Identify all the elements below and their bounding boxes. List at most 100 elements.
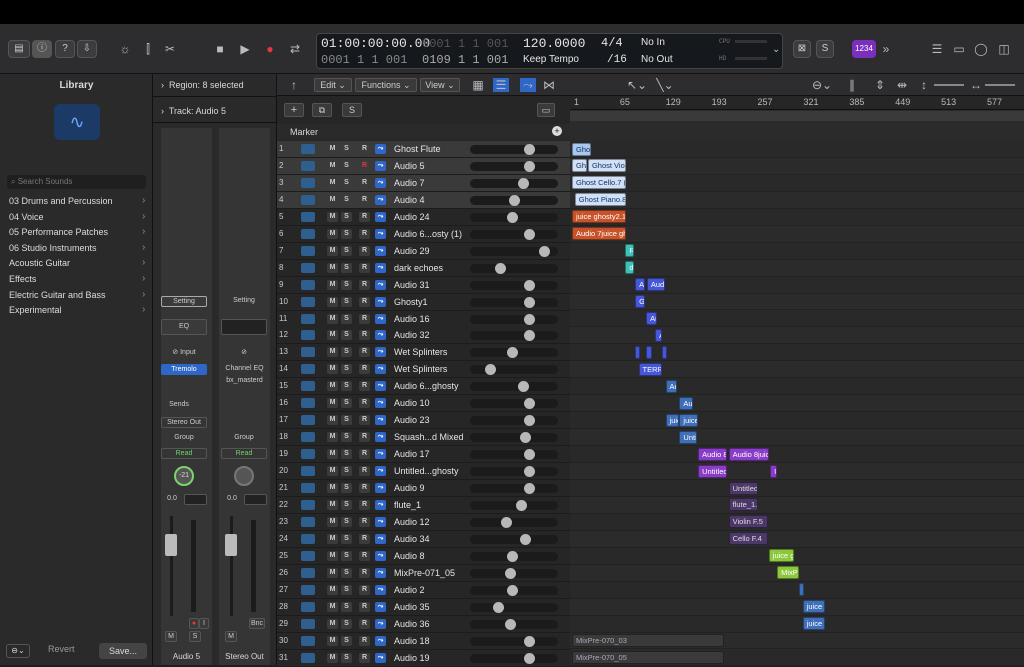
record-button[interactable]: R: [359, 550, 370, 561]
volume-knob[interactable]: [506, 347, 518, 359]
solo-button[interactable]: S: [341, 160, 352, 171]
mute-button[interactable]: M: [327, 449, 338, 460]
record-button[interactable]: R: [359, 466, 370, 477]
record-button[interactable]: R: [359, 296, 370, 307]
track-name[interactable]: Audio 35: [394, 602, 430, 612]
audio-region[interactable]: Ro: [625, 244, 634, 258]
volume-knob[interactable]: [523, 635, 535, 647]
volume-slider[interactable]: [470, 245, 558, 257]
volume-slider[interactable]: [470, 584, 558, 596]
track-name[interactable]: Audio 24: [394, 212, 430, 222]
mute-button-right[interactable]: M: [225, 631, 237, 642]
mute-button[interactable]: M: [327, 516, 338, 527]
group-right[interactable]: Group: [221, 433, 267, 444]
volume-knob[interactable]: [505, 567, 517, 579]
automation-icon[interactable]: ⤳: [520, 78, 536, 92]
library-item[interactable]: Acoustic Guitar: [9, 258, 70, 268]
mute-button[interactable]: M: [327, 364, 338, 375]
volume-slider[interactable]: [470, 177, 558, 189]
record-button[interactable]: R: [359, 160, 370, 171]
track-row[interactable]: 14 M S R ⤳ Wet Splinters: [277, 361, 570, 379]
audio-region[interactable]: Ghost: [572, 159, 588, 173]
volume-slider[interactable]: [470, 279, 558, 291]
mute-button[interactable]: M: [327, 652, 338, 663]
track-name[interactable]: Audio 6...ghosty: [394, 381, 459, 391]
snap-icon[interactable]: ⊖⌄: [810, 78, 834, 92]
arrange-lane[interactable]: [570, 259, 1024, 277]
record-button[interactable]: R: [359, 601, 370, 612]
volume-fader-left[interactable]: [165, 534, 177, 556]
automation-icon[interactable]: ⤳: [375, 279, 386, 290]
view-menu[interactable]: View ⌄: [420, 78, 460, 92]
track-name[interactable]: Audio 17: [394, 449, 430, 459]
automation-icon[interactable]: ⤳: [375, 533, 386, 544]
automation-icon[interactable]: ⤳: [375, 483, 386, 493]
audio-region[interactable]: Ghost Piano.8: [574, 193, 627, 207]
track-row[interactable]: 11 M S R ⤳ Audio 16: [277, 310, 570, 328]
audio-region[interactable]: juice g: [679, 413, 699, 427]
automation-icon[interactable]: ⤳: [375, 415, 386, 426]
arrange-area[interactable]: ↖⌄ ╲⌄ ⊖⌄ ∥ ⇕ ⇹ ↕ ↔ 1 65 129 193 257 321 385 449…: [570, 74, 1024, 667]
tremolo-plugin[interactable]: Tremolo: [161, 364, 207, 375]
volume-knob[interactable]: [523, 313, 535, 325]
volume-knob[interactable]: [523, 466, 535, 478]
record-button[interactable]: R: [359, 567, 370, 578]
volume-slider[interactable]: [470, 262, 558, 274]
record-button[interactable]: R: [359, 262, 370, 273]
chevron-right-icon[interactable]: ›: [142, 304, 145, 315]
solo-button[interactable]: S: [341, 364, 352, 375]
automation-read-right[interactable]: Read: [221, 448, 267, 459]
volume-knob[interactable]: [508, 194, 520, 206]
track-name[interactable]: Audio 16: [394, 314, 430, 324]
volume-knob[interactable]: [523, 415, 535, 427]
track-name[interactable]: Audio 31: [394, 280, 430, 290]
record-button[interactable]: R: [359, 516, 370, 527]
volume-slider[interactable]: [470, 432, 558, 444]
functions-menu[interactable]: Functions ⌄: [355, 78, 417, 92]
search-input[interactable]: ⌕ Search Sounds: [7, 175, 146, 189]
record-button[interactable]: R: [359, 279, 370, 290]
track-name[interactable]: Audio 7: [394, 178, 425, 188]
mute-button[interactable]: M: [327, 466, 338, 477]
arrange-lane[interactable]: [570, 480, 1024, 497]
arrange-lane[interactable]: [570, 581, 1024, 599]
record-button[interactable]: R: [359, 228, 370, 239]
flex-icon[interactable]: ⋈: [541, 78, 557, 92]
library-item[interactable]: 05 Performance Patches: [9, 227, 108, 237]
solo-button[interactable]: S: [341, 449, 352, 460]
arrange-lane[interactable]: [570, 395, 1024, 413]
mute-button[interactable]: M: [327, 550, 338, 561]
volume-knob[interactable]: [505, 618, 517, 630]
volume-slider[interactable]: [470, 499, 558, 511]
audio-region[interactable]: juice gho: [768, 549, 795, 563]
audio-region[interactable]: Untitled_4: [728, 481, 758, 495]
track-row[interactable]: 7 M S R ⤳ Audio 29: [277, 242, 570, 260]
audio-region[interactable]: Ghost Viol: [587, 159, 627, 173]
duplicate-track-icon[interactable]: ⧉: [312, 103, 332, 117]
volume-knob[interactable]: [516, 499, 528, 511]
track-row[interactable]: 6 M S R ⤳ Audio 6...osty (1): [277, 225, 570, 243]
track-row[interactable]: 27 M S R ⤳ Audio 2: [277, 581, 570, 599]
track-name[interactable]: Audio 9: [394, 483, 425, 493]
record-button[interactable]: R: [359, 313, 370, 324]
track-row[interactable]: 9 M S R ⤳ Audio 31: [277, 276, 570, 294]
track-name[interactable]: dark echoes: [394, 263, 443, 273]
automation-icon[interactable]: ⤳: [375, 228, 386, 239]
solo-button[interactable]: S: [341, 194, 352, 205]
chevron-right-icon[interactable]: ›: [142, 211, 145, 222]
chevron-right-icon[interactable]: ›: [142, 226, 145, 237]
solo-button[interactable]: S: [341, 313, 352, 324]
track-row[interactable]: 21 M S R ⤳ Audio 9: [277, 480, 570, 497]
catch-icon[interactable]: ▭: [537, 103, 555, 117]
mute-button[interactable]: M: [327, 398, 338, 409]
setting-button-right[interactable]: Setting: [221, 296, 267, 307]
volume-knob[interactable]: [523, 279, 535, 291]
track-name[interactable]: Audio 2: [394, 585, 425, 595]
volume-knob[interactable]: [523, 228, 535, 240]
solo-button[interactable]: S: [341, 499, 352, 510]
automation-icon[interactable]: ⤳: [375, 144, 386, 154]
audio-region[interactable]: juice ghosty2.1: [572, 210, 627, 224]
track-name[interactable]: Untitled...ghosty: [394, 466, 459, 476]
automation-icon[interactable]: ⤳: [375, 601, 386, 612]
solo-button[interactable]: S: [341, 144, 352, 154]
